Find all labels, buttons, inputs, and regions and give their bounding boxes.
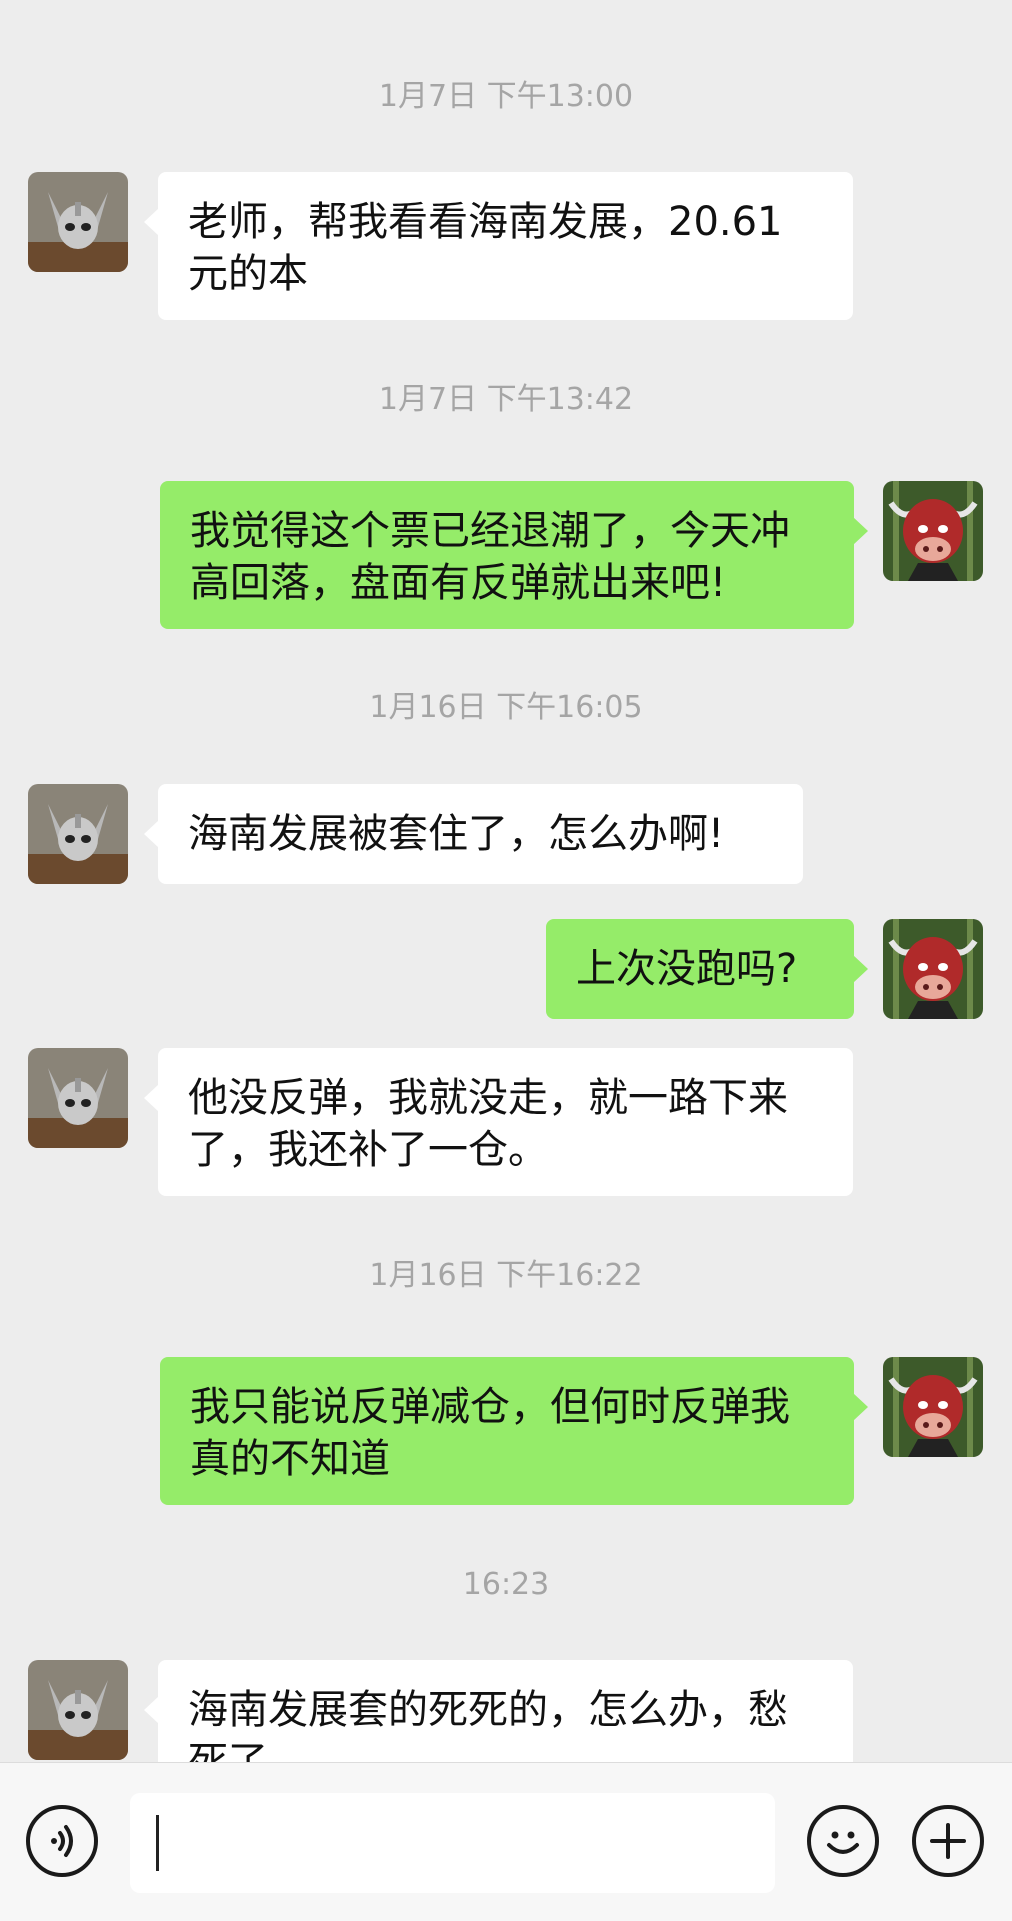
contact-avatar[interactable] <box>28 1048 128 1148</box>
outgoing-message[interactable]: 我只能说反弹减仓，但何时反弹我 真的不知道 <box>160 1357 868 1505</box>
timestamp: 1月7日 下午13:00 <box>378 79 634 114</box>
plus-icon <box>930 1823 966 1859</box>
outgoing-message[interactable]: 上次没跑吗? <box>546 919 868 1019</box>
contact-avatar[interactable] <box>28 172 128 272</box>
incoming-message[interactable]: 海南发展套的死死的，怎么办，愁 死了 <box>144 1660 853 1762</box>
timestamp: 1月16日 下午16:05 <box>369 690 643 725</box>
message-input[interactable] <box>130 1793 775 1893</box>
incoming-message[interactable]: 海南发展被套住了，怎么办啊! <box>144 784 803 884</box>
timestamp: 1月7日 下午13:42 <box>378 382 634 417</box>
emoji-icon <box>827 1831 859 1854</box>
my-avatar[interactable] <box>883 1357 983 1457</box>
my-avatar[interactable] <box>883 919 983 1019</box>
voice-icon <box>51 1825 73 1857</box>
my-avatar[interactable] <box>883 481 983 581</box>
add-button[interactable] <box>912 1805 984 1877</box>
text-caret <box>156 1815 159 1871</box>
chat-area[interactable]: 1月7日 下午13:00 老师，帮我看看海南发展，20.61 元的本 1月7日 … <box>0 0 1012 1762</box>
contact-avatar[interactable] <box>28 784 128 884</box>
outgoing-message[interactable]: 我觉得这个票已经退潮了，今天冲 高回落，盘面有反弹就出来吧! <box>160 481 868 629</box>
contact-avatar[interactable] <box>28 1660 128 1760</box>
timestamp: 16:23 <box>462 1567 550 1602</box>
emoji-button[interactable] <box>807 1805 879 1877</box>
timestamp: 1月16日 下午16:22 <box>369 1258 643 1293</box>
input-bar <box>0 1762 1012 1921</box>
incoming-message[interactable]: 老师，帮我看看海南发展，20.61 元的本 <box>144 172 853 320</box>
voice-button[interactable] <box>26 1805 98 1877</box>
incoming-message[interactable]: 他没反弹，我就没走，就一路下来 了，我还补了一仓。 <box>144 1048 853 1196</box>
